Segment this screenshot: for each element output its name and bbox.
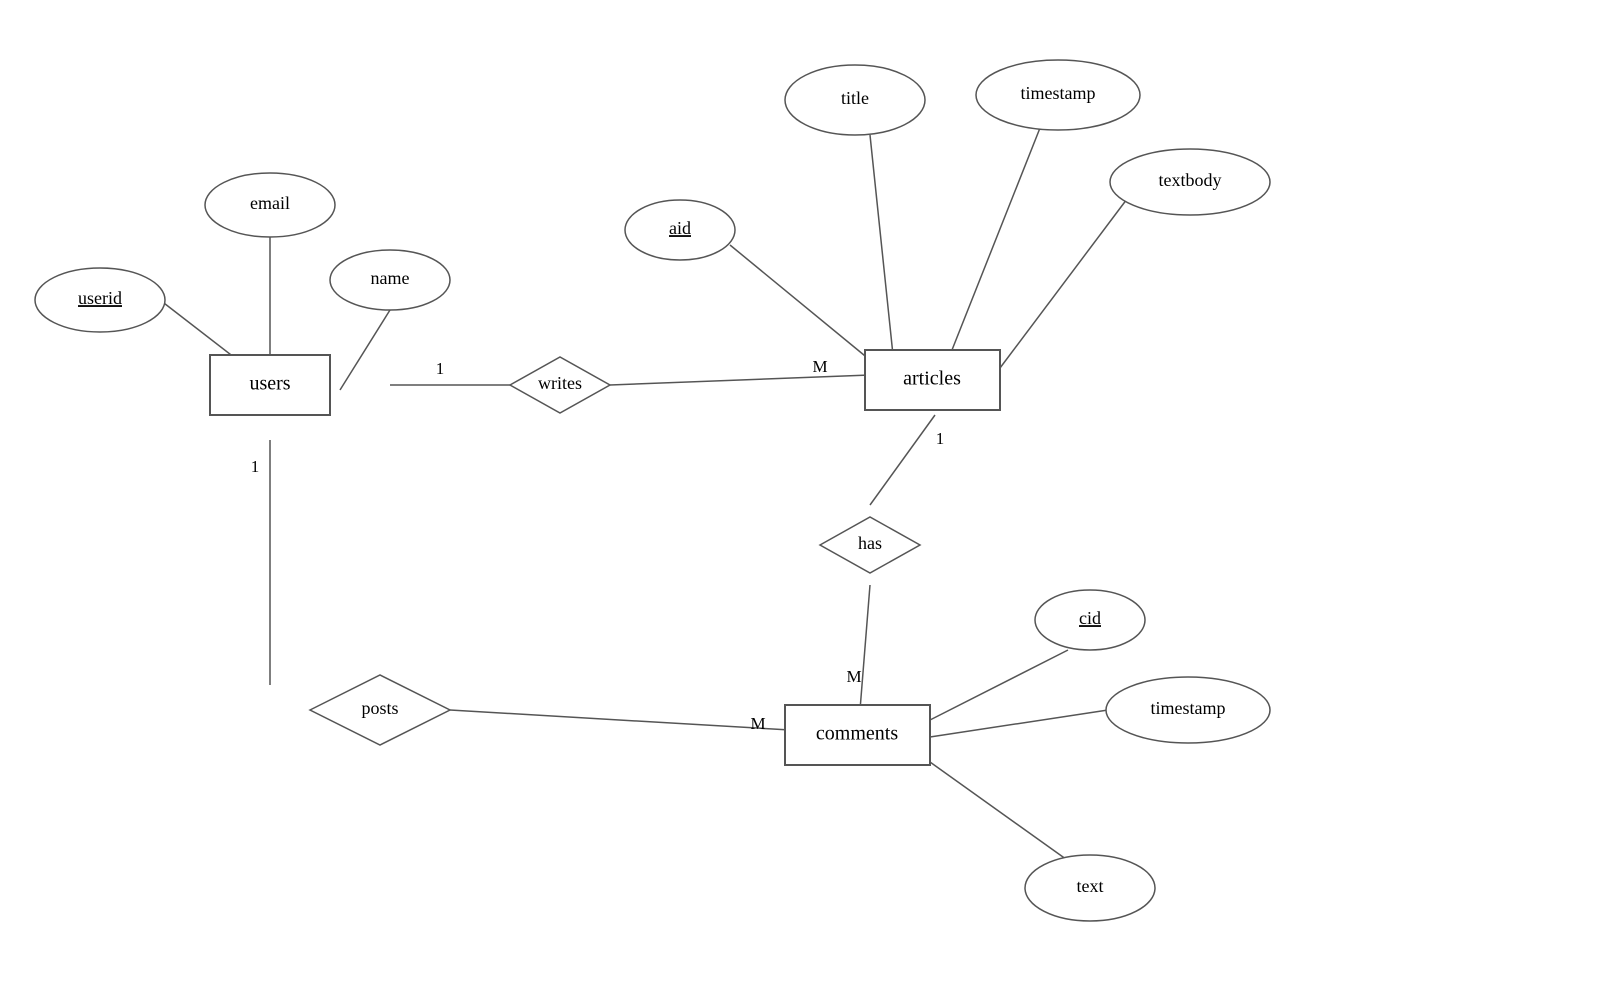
attr-timestamp-comments-label: timestamp	[1151, 698, 1226, 718]
attr-text-label: text	[1077, 876, 1104, 896]
cardinality-posts-users: 1	[251, 457, 260, 476]
entity-articles-label: articles	[903, 368, 961, 390]
entity-comments-label: comments	[816, 723, 898, 745]
cardinality-writes-users: 1	[436, 359, 445, 378]
attr-title-label: title	[841, 88, 869, 108]
attr-email-label: email	[250, 193, 290, 213]
cardinality-has-comments: M	[846, 667, 861, 686]
entity-users-label: users	[249, 373, 290, 395]
cardinality-posts-comments: M	[750, 714, 765, 733]
rel-writes-label: writes	[538, 373, 582, 393]
rel-has-label: has	[858, 533, 882, 553]
attr-userid-label: userid	[78, 288, 122, 308]
attr-timestamp-articles-label: timestamp	[1021, 83, 1096, 103]
attr-aid-label: aid	[669, 218, 691, 238]
attr-cid-label: cid	[1079, 608, 1101, 628]
attr-name-label: name	[371, 268, 410, 288]
rel-posts-label: posts	[361, 698, 398, 718]
attr-textbody-label: textbody	[1159, 170, 1222, 190]
cardinality-has-articles: 1	[936, 429, 945, 448]
cardinality-writes-articles: M	[812, 357, 827, 376]
